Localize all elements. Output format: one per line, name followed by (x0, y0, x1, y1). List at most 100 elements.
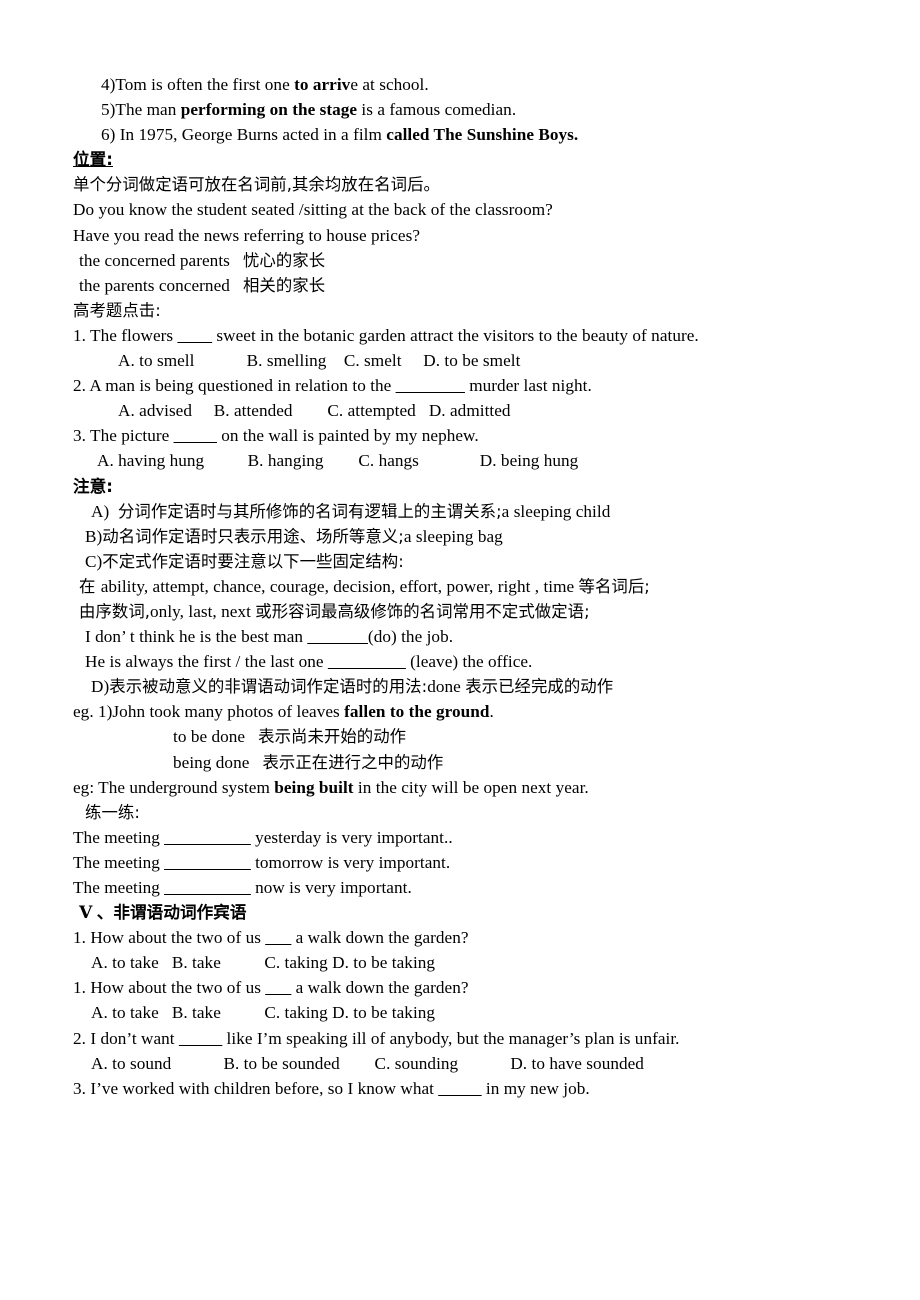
section-five-question-3-stem: 3. I’ve worked with children before, so … (73, 1076, 846, 1101)
notes-structure-2-zh-pre: 由序数词, (79, 601, 151, 621)
position-example-1-text: Do you know the student seated /sitting … (73, 200, 553, 220)
practice-3-post: now is very important. (250, 878, 412, 897)
section-five-question-1-dup-options[interactable]: A. to take B. take C. taking D. to be ta… (73, 1000, 846, 1025)
example-4-number: 4) (101, 75, 116, 94)
gaokao-q2-option-d[interactable]: D. admitted (429, 401, 511, 420)
gaokao-question-1-options: A. to smell B. smelling C. smelt D. to b… (73, 348, 846, 373)
position-pair-1-zh: 忧心的家长 (242, 250, 326, 270)
notes-form-being-done: being done 表示正在进行之中的动作 (73, 750, 846, 775)
example-6-bold: called The Sunshine Boys. (386, 125, 579, 145)
practice-1-post: yesterday is very important.. (250, 827, 453, 847)
gaokao-q2-option-a[interactable]: A. advised (118, 401, 192, 420)
example-4-bold: to arriv (294, 75, 351, 94)
gaokao-q1-option-b[interactable]: B. smelling (247, 351, 327, 370)
notes-item-d-label: D) (91, 677, 110, 697)
notes-item-a: A) 分词作定语时与其所修饰的名词有逻辑上的主谓关系;a sleeping ch… (73, 499, 846, 524)
example-5-post: is a famous comedian. (357, 100, 517, 120)
notes-practice-2: He is always the first / the last one __… (73, 649, 846, 674)
gaokao-q3-option-a[interactable]: A. having hung (97, 451, 204, 470)
notes-eg-fallen: eg. 1)John took many photos of leaves fa… (73, 699, 846, 724)
document-page: 4)Tom is often the first one to arrive a… (0, 0, 920, 1300)
section-five-question-1-stem: 1. How about the two of us ___ a walk do… (73, 925, 846, 950)
notes-item-a-en: a sleeping child (501, 501, 611, 521)
gaokao-q3-option-d[interactable]: D. being hung (480, 451, 579, 470)
section-five-question-1-options[interactable]: A. to take B. take C. taking D. to be ta… (73, 950, 846, 975)
practice-item-3: The meeting __________ now is very impor… (73, 875, 846, 900)
gaokao-question-3-stem: 3. The picture _____ on the wall is pain… (73, 423, 846, 448)
notes-practice-1-pre: I don’ t think he is the best man (85, 627, 308, 647)
notes-eg-built-bold: being built (274, 777, 354, 797)
notes-practice-1-post: (do) the job. (367, 627, 454, 647)
practice-2-pre: The meeting (73, 852, 165, 872)
notes-practice-2-pre: He is always the first / the last one (85, 652, 328, 672)
practice-2-blank: __________ (164, 852, 251, 872)
example-6-pre: In 1975, George Burns acted in a film (119, 125, 387, 145)
example-line-4: 4)Tom is often the first one to arrive a… (73, 72, 846, 97)
practice-item-1: The meeting __________ yesterday is very… (73, 825, 846, 850)
s5-q1-blank: ___ (265, 928, 292, 948)
s5-q1dup-stem-post: a walk down the garden? (291, 978, 469, 998)
s5-q1-stem-post: a walk down the garden? (291, 928, 469, 948)
notes-item-b-zh: 动名词作定语时只表示用途、场所等意义; (102, 526, 404, 546)
notes-item-b: B)动名词作定语时只表示用途、场所等意义;a sleeping bag (73, 524, 846, 549)
position-rule: 单个分词做定语可放在名词前,其余均放在名词后。 (73, 172, 846, 197)
notes-item-c: C)不定式作定语时要注意以下一些固定结构: (73, 549, 846, 574)
section-five-heading: Ⅴ 、非谓语动词作宾语 (73, 900, 846, 925)
s5-q1dup-stem-pre: 1. How about the two of us (73, 978, 266, 998)
gaokao-q1-option-a[interactable]: A. to smell (118, 351, 194, 370)
gaokao-q2-blank: ________ (395, 376, 465, 396)
gaokao-heading-label: 高考题点击: (73, 300, 161, 320)
example-4-pre: Tom is often the first one (115, 75, 295, 94)
notes-eg-being-built: eg: The underground system being built i… (73, 775, 846, 800)
notes-form-to-be-done: to be done 表示尚未开始的动作 (73, 724, 846, 749)
practice-3-blank: __________ (164, 878, 251, 897)
gaokao-q3-blank: _____ (173, 426, 217, 446)
s5-q2-stem-pre: 2. I don’t want (73, 1028, 179, 1048)
s5-q3-blank: _____ (438, 1078, 482, 1098)
notes-eg-built-pre: eg: The underground system (73, 777, 275, 797)
gaokao-q2-stem-pre: 2. A man is being questioned in relation… (73, 376, 396, 396)
notes-structure-1-en: ability, attempt, chance, courage, decis… (100, 576, 579, 596)
s5-q2-stem-post: like I’m speaking ill of anybody, but th… (222, 1028, 680, 1048)
section-five-question-2-stem: 2. I don’t want _____ like I’m speaking … (73, 1026, 846, 1051)
practice-2-post: tomorrow is very important. (250, 852, 451, 872)
gaokao-question-2-options: A. advised B. attended C. attempted D. a… (73, 398, 846, 423)
s5-q2-blank: _____ (178, 1028, 223, 1048)
notes-structure-1-zh-pre: 在 (79, 576, 101, 596)
notes-practice-2-blank: _________ (327, 652, 406, 672)
notes-structure-line-1: 在 ability, attempt, chance, courage, dec… (73, 574, 846, 599)
example-6-number: 6) (101, 125, 120, 145)
position-pair-2-zh: 相关的家长 (242, 275, 326, 295)
gaokao-q2-option-c[interactable]: C. attempted (327, 401, 415, 420)
example-5-pre: The man (115, 100, 181, 120)
example-5-bold: performing on the stage (180, 100, 358, 120)
notes-form-2-zh: 表示正在进行之中的动作 (262, 752, 444, 772)
s5-q3-stem-post: in my new job. (481, 1078, 590, 1098)
notes-item-a-zh: 分词作定语时与其所修饰的名词有逻辑上的主谓关系; (117, 501, 502, 521)
notes-item-d-zh: 表示被动意义的非谓语动词作定语时的用法: (109, 677, 428, 697)
section-five-question-1-dup-stem: 1. How about the two of us ___ a walk do… (73, 975, 846, 1000)
practice-3-pre: The meeting (73, 878, 165, 897)
section-five-question-2-options[interactable]: A. to sound B. to be sounded C. sounding… (73, 1051, 846, 1076)
s5-q3-stem-pre: 3. I’ve worked with children before, so … (73, 1078, 439, 1098)
gaokao-question-3-options: A. having hung B. hanging C. hangs D. be… (73, 448, 846, 473)
gaokao-q1-option-c[interactable]: C. smelt (344, 351, 402, 370)
example-line-6: 6) In 1975, George Burns acted in a film… (73, 122, 846, 147)
notes-practice-2-post: (leave) the office. (405, 652, 533, 672)
section-five-heading-label: 、非谓语动词作宾语 (96, 903, 247, 923)
position-section-heading: 位置: (73, 147, 846, 172)
notes-heading-label: 注意: (73, 476, 113, 496)
s5-q1dup-blank: ___ (265, 978, 292, 998)
gaokao-q3-option-c[interactable]: C. hangs (358, 451, 419, 470)
position-pair-1: the concerned parents 忧心的家长 (73, 248, 846, 273)
gaokao-q2-option-b[interactable]: B. attended (214, 401, 293, 420)
gaokao-section-heading: 高考题点击: (73, 298, 846, 323)
gaokao-q1-option-d[interactable]: D. to be smelt (423, 351, 520, 370)
position-pair-2: the parents concerned 相关的家长 (73, 273, 846, 298)
notes-structure-2-en: only, last, next (150, 601, 256, 621)
section-five-numeral: Ⅴ (79, 903, 93, 923)
notes-form-1-zh: 表示尚未开始的动作 (258, 727, 407, 747)
notes-eg-built-post: in the city will be open next year. (353, 777, 589, 797)
practice-heading-label: 练一练: (85, 802, 140, 822)
gaokao-q3-option-b[interactable]: B. hanging (248, 451, 324, 470)
